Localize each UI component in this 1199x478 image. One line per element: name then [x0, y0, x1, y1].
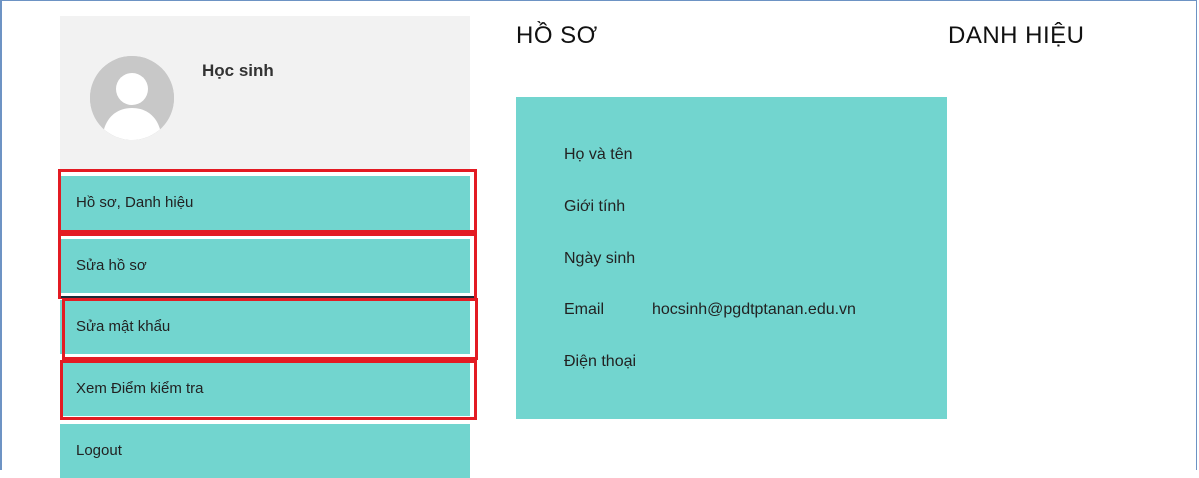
menu-item-logout[interactable]: Logout: [60, 424, 470, 478]
label-birth-date: Ngày sinh: [564, 250, 636, 267]
menu-item-view-scores[interactable]: Xem Điểm kiểm tra: [60, 362, 470, 416]
profile-heading: HỒ SƠ: [516, 22, 598, 49]
user-name: Học sinh: [202, 61, 274, 80]
profile-card: Học sinh: [60, 16, 470, 171]
value-email: hocsinh@pgdtptanan.edu.vn: [652, 301, 856, 318]
menu-item-edit-profile[interactable]: Sửa hồ sơ: [60, 239, 470, 293]
label-phone: Điện thoại: [564, 353, 637, 370]
avatar: [90, 56, 174, 140]
label-gender: Giới tính: [564, 198, 626, 215]
titles-heading: DANH HIỆU: [948, 22, 1085, 49]
menu-divider: [61, 296, 474, 298]
menu-item-profile-titles[interactable]: Hồ sơ, Danh hiệu: [60, 176, 470, 230]
menu-item-change-password[interactable]: Sửa mật khẩu: [60, 300, 470, 354]
profile-info-panel: Họ và tên Giới tính Ngày sinh Email hocs…: [516, 97, 947, 419]
label-email: Email: [564, 301, 605, 318]
sidebar: Học sinh Hồ sơ, Danh hiệu Sửa hồ sơ Sửa …: [60, 16, 470, 478]
user-silhouette-icon: [90, 56, 174, 140]
label-full-name: Họ và tên: [564, 146, 633, 163]
